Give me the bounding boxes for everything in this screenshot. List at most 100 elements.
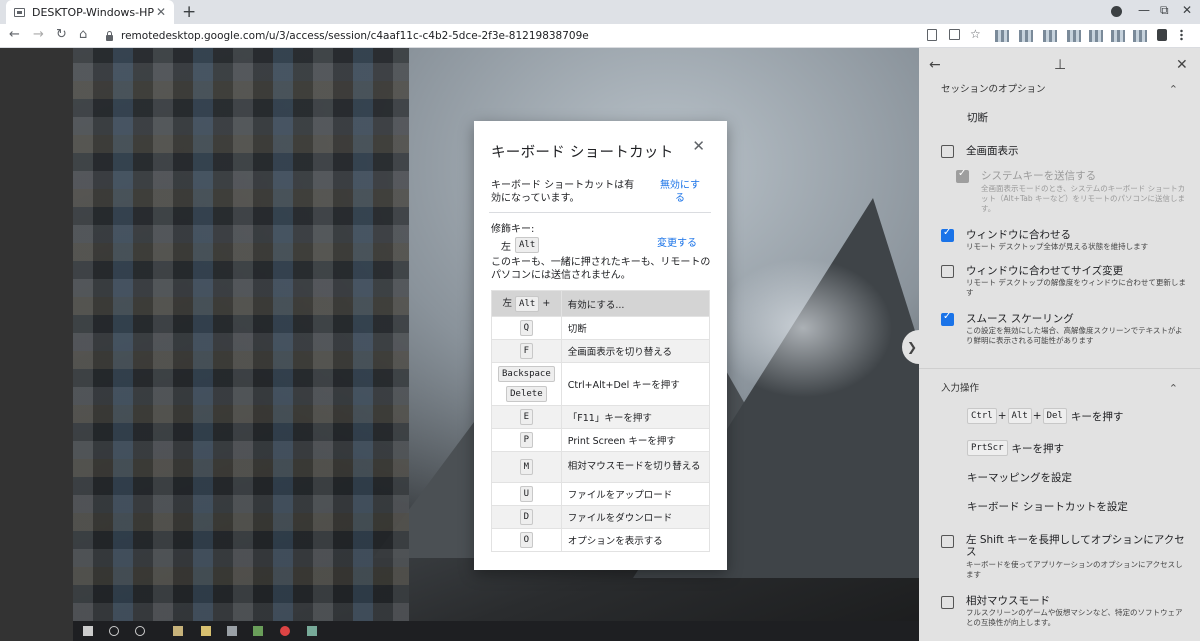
extension-icon[interactable] bbox=[1133, 30, 1147, 42]
send-system-keys-desc: 全画面表示モードのとき、システムのキーボード ショートカット（Alt+Tab キ… bbox=[981, 184, 1186, 213]
taskbar-app-icon[interactable] bbox=[253, 626, 263, 636]
profile-icon[interactable] bbox=[1111, 6, 1122, 17]
hold-shift-checkbox[interactable] bbox=[941, 535, 954, 548]
extension-icon[interactable] bbox=[995, 30, 1009, 42]
extension-icon[interactable] bbox=[1089, 30, 1103, 42]
panel-back-icon[interactable]: ← bbox=[929, 57, 941, 73]
shortcut-key: Delete bbox=[506, 386, 547, 402]
url-text: remotedesktop.google.com/u/3/access/sess… bbox=[121, 30, 589, 42]
browser-tab[interactable]: DESKTOP-Windows-HP ✕ bbox=[6, 0, 174, 24]
send-system-keys-checkbox[interactable] bbox=[956, 168, 969, 183]
shortcut-key: M bbox=[519, 459, 534, 475]
reload-button[interactable]: ↻ bbox=[56, 27, 67, 42]
disconnect-item[interactable]: 切断 bbox=[967, 110, 988, 125]
menu-kebab-icon[interactable] bbox=[1180, 29, 1183, 41]
back-button[interactable]: ← bbox=[9, 27, 20, 42]
smooth-scaling-desc: この設定を無効にした場合、高解像度スクリーンでテキストがより鮮明に表示される可能… bbox=[966, 326, 1183, 345]
taskbar-app-icon[interactable] bbox=[307, 626, 317, 636]
cortana-icon[interactable] bbox=[135, 626, 145, 636]
table-row: D ファイルをダウンロード bbox=[491, 505, 711, 529]
relative-mouse-desc: フルスクリーンのゲームや仮想マシンなど、特定のソフトウェアとの互換性が向上します… bbox=[966, 608, 1183, 627]
smooth-scaling-checkbox[interactable] bbox=[941, 311, 954, 326]
extension-icon[interactable] bbox=[1067, 30, 1081, 42]
table-row: F 全画面表示を切り替える bbox=[491, 339, 711, 363]
del-key: Del bbox=[1042, 408, 1067, 424]
shortcut-key: P bbox=[519, 432, 534, 448]
ctrl-key: Ctrl bbox=[967, 408, 997, 424]
dialog-title: キーボード ショートカット bbox=[491, 145, 674, 161]
relative-mouse-checkbox[interactable] bbox=[941, 596, 954, 609]
ctrl-alt-del-label: キーを押す bbox=[1070, 410, 1124, 423]
collapse-chevron-icon[interactable]: ⌃ bbox=[1169, 83, 1178, 96]
header-key-cell: 左 Alt + bbox=[491, 290, 562, 317]
disable-shortcuts-link[interactable]: 無効にする bbox=[655, 179, 705, 205]
prtscr-item[interactable]: PrtScr キーを押す bbox=[967, 440, 1064, 456]
clipboard-icon[interactable] bbox=[927, 29, 937, 41]
shortcut-action: Ctrl+Alt+Del キーを押す bbox=[560, 362, 711, 406]
fit-window-label[interactable]: ウィンドウに合わせる bbox=[966, 229, 1186, 241]
collapse-chevron-icon[interactable]: ⌃ bbox=[1169, 382, 1178, 395]
shortcut-key: Q bbox=[519, 320, 534, 336]
session-options-panel: ← ⊥ ✕ セッションのオプション ⌃ 切断 全画面表示 システムキーを送信する… bbox=[919, 48, 1200, 641]
relative-mouse-label[interactable]: 相対マウスモード bbox=[966, 595, 1186, 607]
input-section-title: 入力操作 bbox=[941, 383, 980, 394]
restore-button[interactable]: ⧉ bbox=[1160, 3, 1169, 18]
modifier-description: このキーも、一緒に押されたキーも、リモートのパソコンには送信されません。 bbox=[491, 257, 711, 281]
address-bar[interactable]: remotedesktop.google.com/u/3/access/sess… bbox=[100, 27, 908, 45]
shortcut-key: O bbox=[519, 532, 534, 548]
shortcut-action: ファイルをダウンロード bbox=[560, 505, 711, 529]
chrome-icon[interactable] bbox=[280, 626, 290, 636]
ctrl-alt-del-item[interactable]: Ctrl + Alt + Del キーを押す bbox=[967, 408, 1123, 424]
table-row: Q 切断 bbox=[491, 316, 711, 340]
dialog-close-icon[interactable]: ✕ bbox=[692, 137, 705, 155]
session-options-section-title: セッションのオプション bbox=[941, 84, 1046, 95]
shortcut-action: 「F11」キーを押す bbox=[560, 405, 711, 429]
home-button[interactable]: ⌂ bbox=[79, 27, 87, 42]
tab-close-icon[interactable]: ✕ bbox=[156, 5, 166, 19]
taskbar-app-icon[interactable] bbox=[201, 626, 211, 636]
fit-window-checkbox[interactable] bbox=[941, 227, 954, 242]
remote-desktop-favicon-icon bbox=[14, 7, 25, 17]
search-icon[interactable] bbox=[109, 626, 119, 636]
windows-taskbar bbox=[73, 621, 919, 641]
shortcut-key: Backspace bbox=[498, 366, 555, 382]
prtscr-key: PrtScr bbox=[967, 440, 1008, 456]
keyboard-shortcuts-dialog: キーボード ショートカット ✕ キーボード ショートカットは有効になっています。… bbox=[474, 121, 727, 570]
shortcut-key: U bbox=[519, 486, 534, 502]
extension-icon[interactable] bbox=[1111, 30, 1125, 42]
key-mapping-item[interactable]: キーマッピングを設定 bbox=[967, 470, 1072, 485]
lock-icon bbox=[106, 31, 113, 41]
panel-close-icon[interactable]: ✕ bbox=[1176, 57, 1188, 73]
modifier-side: 左 bbox=[501, 241, 511, 253]
forward-button[interactable]: → bbox=[33, 27, 44, 42]
open-external-icon[interactable] bbox=[949, 29, 960, 40]
send-system-keys-label[interactable]: システムキーを送信する bbox=[981, 170, 1181, 182]
extension-icon[interactable] bbox=[1043, 30, 1057, 42]
shortcut-action: 全画面表示を切り替える bbox=[560, 339, 711, 363]
change-modifier-link[interactable]: 変更する bbox=[657, 237, 697, 250]
table-row: Backspace Delete Ctrl+Alt+Del キーを押す bbox=[491, 362, 711, 406]
hold-shift-desc: キーボードを使ってアプリケーションのオプションにアクセスします bbox=[966, 560, 1183, 579]
windows-start-icon[interactable] bbox=[83, 626, 93, 636]
resize-window-checkbox[interactable] bbox=[941, 265, 954, 278]
keyboard-shortcuts-item[interactable]: キーボード ショートカットを設定 bbox=[967, 499, 1128, 514]
shortcut-key: D bbox=[519, 509, 534, 525]
fit-window-desc: リモート デスクトップ全体が見える状態を維持します bbox=[966, 242, 1149, 251]
new-tab-button[interactable]: + bbox=[182, 2, 196, 22]
extensions-puzzle-icon[interactable] bbox=[1157, 29, 1167, 41]
window-close-button[interactable]: ✕ bbox=[1182, 3, 1192, 17]
bookmark-star-icon[interactable]: ☆ bbox=[970, 27, 981, 41]
file-explorer-icon[interactable] bbox=[173, 626, 183, 636]
shortcut-action: 相対マウスモードを切り替える bbox=[560, 451, 711, 483]
pin-icon[interactable]: ⊥ bbox=[1054, 57, 1066, 73]
alt-key: Alt bbox=[1007, 408, 1032, 424]
minimize-button[interactable]: — bbox=[1138, 3, 1150, 17]
fullscreen-label[interactable]: 全画面表示 bbox=[966, 145, 1186, 157]
hold-shift-label[interactable]: 左 Shift キーを長押ししてオプションにアクセス bbox=[966, 534, 1186, 558]
table-row: M 相対マウスモードを切り替える bbox=[491, 451, 711, 483]
smooth-scaling-label[interactable]: スムース スケーリング bbox=[966, 313, 1186, 325]
taskbar-app-icon[interactable] bbox=[227, 626, 237, 636]
fullscreen-checkbox[interactable] bbox=[941, 145, 954, 158]
extension-icon[interactable] bbox=[1019, 30, 1033, 42]
resize-window-label[interactable]: ウィンドウに合わせてサイズ変更 bbox=[966, 265, 1186, 277]
